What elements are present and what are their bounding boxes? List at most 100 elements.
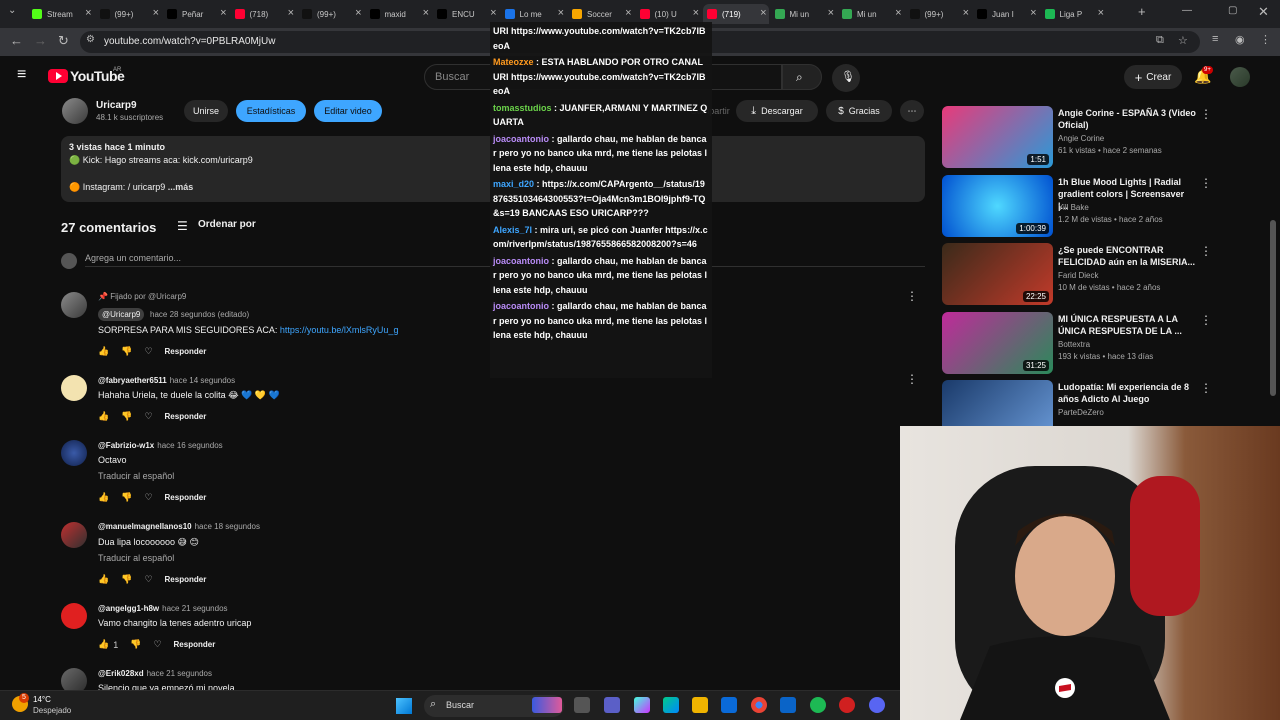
minimize-icon[interactable]: — xyxy=(1182,5,1192,16)
like-icon[interactable]: 👍 xyxy=(98,411,109,422)
tab-close-icon[interactable]: × xyxy=(490,7,496,19)
chat-username[interactable]: joacoantonio xyxy=(493,301,549,311)
teams-icon[interactable] xyxy=(604,697,620,713)
like-icon[interactable]: 👍 xyxy=(98,492,109,503)
menu-lines-icon[interactable]: ≡ xyxy=(1212,33,1218,45)
reply-button[interactable]: Responder xyxy=(165,575,207,584)
dislike-icon[interactable]: 👎 xyxy=(121,411,132,422)
voice-search-button[interactable]: 🎙 xyxy=(832,64,860,92)
download-button[interactable]: ⤓ Descargar xyxy=(736,100,818,122)
forward-icon[interactable]: → xyxy=(34,33,47,48)
chat-username[interactable]: maxi_d20 xyxy=(493,179,534,189)
tab-close-icon[interactable]: × xyxy=(423,7,429,19)
dislike-icon[interactable]: 👎 xyxy=(130,639,141,650)
reply-button[interactable]: Responder xyxy=(165,493,207,502)
related-channel[interactable]: ParteDeZero xyxy=(1058,408,1104,417)
browser-tab[interactable]: (718) × xyxy=(231,4,297,24)
related-menu-icon[interactable]: ⋮ xyxy=(1200,313,1212,327)
channel-avatar[interactable] xyxy=(62,98,88,124)
reply-button[interactable]: Responder xyxy=(165,347,207,356)
related-channel[interactable]: Farid Dieck xyxy=(1058,271,1098,280)
comment-avatar[interactable] xyxy=(61,375,87,401)
more-actions-button[interactable]: ⋯ xyxy=(900,100,924,122)
stats-button[interactable]: Estadísticas xyxy=(236,100,306,122)
outlook-icon[interactable] xyxy=(780,697,796,713)
related-thumbnail[interactable]: 1:00:39 xyxy=(942,175,1053,237)
comment-author[interactable]: @Erik028xd xyxy=(98,669,144,678)
comment-author[interactable]: @angelgg1-h8w xyxy=(98,604,159,613)
translate-link[interactable]: Traducir al español xyxy=(98,471,174,481)
related-title[interactable]: MI ÚNICA RESPUESTA A LA ÚNICA RESPUESTA … xyxy=(1058,313,1196,337)
comment-author[interactable]: @manuelmagnellanos10 xyxy=(98,522,192,531)
reload-icon[interactable]: ↻ xyxy=(58,33,69,49)
related-channel[interactable]: Bottextra xyxy=(1058,340,1090,349)
browser-tab[interactable]: (99+) × xyxy=(906,4,972,24)
back-icon[interactable]: ← xyxy=(10,33,23,48)
tab-close-icon[interactable]: × xyxy=(963,7,969,19)
widget-icon[interactable] xyxy=(532,697,562,713)
instagram-handle[interactable]: / uricarp9 xyxy=(125,182,166,192)
comment-avatar[interactable] xyxy=(61,603,87,629)
chrome-icon[interactable] xyxy=(751,697,767,713)
search-button[interactable]: ⌕ xyxy=(782,64,822,90)
tab-close-icon[interactable]: × xyxy=(288,7,294,19)
tab-close-icon[interactable]: × xyxy=(558,7,564,19)
edge-icon[interactable] xyxy=(663,697,679,713)
related-menu-icon[interactable]: ⋮ xyxy=(1200,244,1212,258)
reply-button[interactable]: Responder xyxy=(165,412,207,421)
dislike-icon[interactable]: 👎 xyxy=(121,574,132,585)
tab-list-icon[interactable]: ⌄ xyxy=(8,5,16,16)
scrollbar[interactable] xyxy=(1270,220,1276,396)
tab-close-icon[interactable]: × xyxy=(828,7,834,19)
browser-tab[interactable]: Liga P × xyxy=(1041,4,1107,24)
reply-button[interactable]: Responder xyxy=(174,640,216,649)
browser-tab[interactable]: (719) × xyxy=(703,4,769,24)
translate-link[interactable]: Traducir al español xyxy=(98,553,174,563)
browser-tab[interactable]: Soccer × xyxy=(568,4,634,24)
related-channel[interactable]: Angie Corine xyxy=(1058,134,1104,143)
sort-button[interactable]: Ordenar por xyxy=(198,219,256,230)
chat-username[interactable]: joacoantonio xyxy=(493,134,549,144)
heart-icon[interactable]: ♡ xyxy=(153,639,161,650)
profile-icon[interactable]: ◉ xyxy=(1235,33,1245,46)
browser-tab[interactable]: Mi un × xyxy=(838,4,904,24)
close-window-icon[interactable]: ✕ xyxy=(1258,4,1269,20)
comment-avatar[interactable] xyxy=(61,440,87,466)
chat-username[interactable]: Mateozxe xyxy=(493,57,534,67)
hamburger-menu-icon[interactable]: ≡ xyxy=(17,66,26,84)
browser-tab[interactable]: ENCU × xyxy=(433,4,499,24)
tab-close-icon[interactable]: × xyxy=(895,7,901,19)
obs-icon[interactable] xyxy=(839,697,855,713)
related-title[interactable]: ¿Se puede ENCONTRAR FELICIDAD aún en la … xyxy=(1058,244,1196,268)
tab-close-icon[interactable]: × xyxy=(693,7,699,19)
kebab-menu-icon[interactable]: ⋮ xyxy=(1260,33,1271,46)
chat-username[interactable]: Alexis_7l xyxy=(493,225,532,235)
like-icon[interactable]: 👍 xyxy=(98,574,109,585)
sort-icon[interactable]: ☰ xyxy=(177,219,188,233)
browser-tab[interactable]: Juan I × xyxy=(973,4,1039,24)
comment-link[interactable]: https://youtu.be/lXmlsRyUu_g xyxy=(280,325,399,335)
comment-avatar[interactable] xyxy=(61,522,87,548)
pinned-author-chip[interactable]: @Uricarp9 xyxy=(98,308,145,321)
related-thumbnail[interactable]: 22:25 xyxy=(942,243,1053,305)
browser-tab[interactable]: Lo me × xyxy=(501,4,567,24)
site-info-icon[interactable]: ⚙ xyxy=(86,34,95,45)
show-more-link[interactable]: ...más xyxy=(165,182,194,192)
join-button[interactable]: Unirse xyxy=(184,100,228,122)
comment-avatar[interactable] xyxy=(61,292,87,318)
spotify-icon[interactable] xyxy=(810,697,826,713)
copilot-icon[interactable] xyxy=(634,697,650,713)
windows-start-icon[interactable] xyxy=(396,698,412,714)
create-button[interactable]: + Crear xyxy=(1124,65,1182,89)
tab-close-icon[interactable]: × xyxy=(220,7,226,19)
related-title[interactable]: Angie Corine - ESPAÑA 3 (Video Oficial) xyxy=(1058,107,1196,131)
comment-menu-icon[interactable]: ⋮ xyxy=(906,372,918,386)
comment-menu-icon[interactable]: ⋮ xyxy=(906,289,918,303)
tab-close-icon[interactable]: × xyxy=(85,7,91,19)
store-icon[interactable] xyxy=(721,697,737,713)
dislike-icon[interactable]: 👎 xyxy=(121,492,132,503)
tab-close-icon[interactable]: × xyxy=(355,7,361,19)
discord-icon[interactable] xyxy=(869,697,885,713)
browser-tab[interactable]: (99+) × xyxy=(96,4,162,24)
bookmark-star-icon[interactable]: ☆ xyxy=(1178,34,1188,47)
